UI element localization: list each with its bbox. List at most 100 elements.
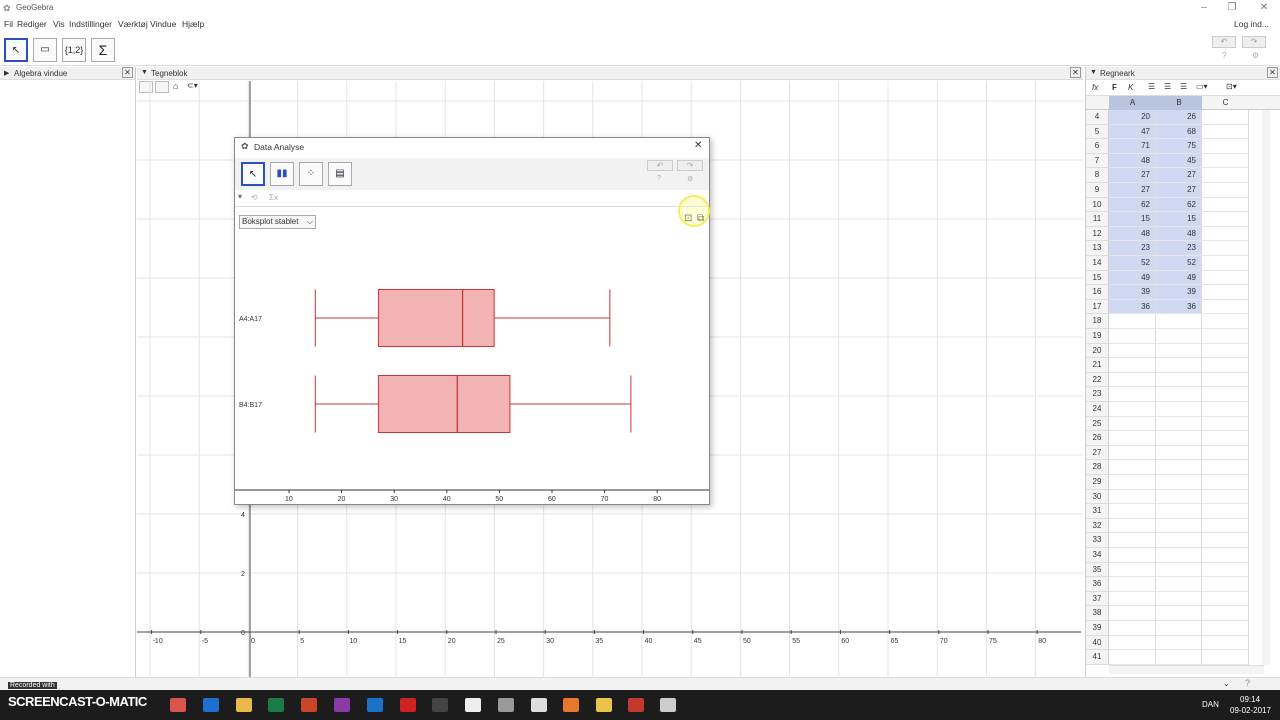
- cell-a[interactable]: [1109, 650, 1156, 665]
- cell-b[interactable]: 23: [1156, 241, 1202, 256]
- dialog-redo-button[interactable]: ↷: [677, 160, 703, 171]
- cell-c[interactable]: [1202, 197, 1249, 213]
- cell-c[interactable]: [1202, 110, 1249, 125]
- cell-b[interactable]: 48: [1156, 226, 1202, 242]
- cell-a[interactable]: 20: [1109, 110, 1156, 125]
- cell-b[interactable]: [1156, 372, 1202, 388]
- cell-b[interactable]: [1156, 489, 1202, 505]
- language-indicator[interactable]: DAN: [1202, 700, 1219, 709]
- app-icon[interactable]: [531, 698, 547, 712]
- cell-c[interactable]: [1202, 460, 1249, 475]
- cell-b[interactable]: [1156, 387, 1202, 402]
- column-header-a[interactable]: A: [1109, 96, 1156, 110]
- sum-tool-button[interactable]: Σ: [91, 38, 115, 62]
- dialog-undo-button[interactable]: ↶: [647, 160, 673, 171]
- cell-b[interactable]: [1156, 518, 1202, 534]
- cell-a[interactable]: [1109, 416, 1156, 432]
- row-number[interactable]: 41: [1086, 650, 1109, 665]
- cell-c[interactable]: [1202, 168, 1249, 183]
- cell-a[interactable]: [1109, 314, 1156, 329]
- cell-c[interactable]: [1202, 285, 1249, 300]
- row-number[interactable]: 8: [1086, 168, 1109, 183]
- cell-a[interactable]: [1109, 562, 1156, 578]
- cell-c[interactable]: [1202, 387, 1249, 402]
- cell-c[interactable]: [1202, 416, 1249, 432]
- row-number[interactable]: 6: [1086, 139, 1109, 154]
- cell-b[interactable]: 36: [1156, 299, 1202, 315]
- powerpoint-icon[interactable]: [301, 698, 317, 712]
- row-number[interactable]: 16: [1086, 285, 1109, 300]
- gear-icon[interactable]: ⚙: [687, 175, 693, 183]
- cell-a[interactable]: 23: [1109, 241, 1156, 256]
- cell-c[interactable]: [1202, 621, 1249, 636]
- row-number[interactable]: 29: [1086, 475, 1109, 490]
- cell-c[interactable]: [1202, 431, 1249, 446]
- row-number[interactable]: 4: [1086, 110, 1109, 125]
- geogebra-icon[interactable]: [660, 698, 676, 712]
- cell-c[interactable]: [1202, 591, 1249, 607]
- cell-b[interactable]: [1156, 314, 1202, 329]
- row-number[interactable]: 36: [1086, 577, 1109, 592]
- cell-a[interactable]: [1109, 431, 1156, 446]
- cell-a[interactable]: 48: [1109, 226, 1156, 242]
- list-tool-button[interactable]: {1,2}: [62, 38, 86, 62]
- collapse-icon[interactable]: ▾: [238, 192, 242, 201]
- app-icon[interactable]: [432, 698, 448, 712]
- cell-b[interactable]: [1156, 416, 1202, 432]
- menu-window[interactable]: Vindue: [150, 19, 176, 29]
- cell-b[interactable]: [1156, 358, 1202, 373]
- row-number[interactable]: 24: [1086, 402, 1109, 417]
- cell-c[interactable]: [1202, 270, 1249, 286]
- cell-a[interactable]: [1109, 591, 1156, 607]
- row-number[interactable]: 27: [1086, 445, 1109, 461]
- row-number[interactable]: 31: [1086, 504, 1109, 519]
- row-number[interactable]: 21: [1086, 358, 1109, 373]
- cell-c[interactable]: [1202, 343, 1249, 359]
- cell-b[interactable]: [1156, 533, 1202, 548]
- cell-b[interactable]: 15: [1156, 212, 1202, 227]
- cell-b[interactable]: [1156, 329, 1202, 344]
- clock-date[interactable]: 09-02-2017: [1230, 706, 1271, 715]
- cell-b[interactable]: 62: [1156, 197, 1202, 213]
- cell-c[interactable]: [1202, 548, 1249, 563]
- bold-icon[interactable]: F: [1112, 83, 1117, 92]
- menu-file[interactable]: Fil: [4, 19, 13, 29]
- cell-b[interactable]: [1156, 504, 1202, 519]
- row-number[interactable]: 39: [1086, 621, 1109, 636]
- row-number[interactable]: 30: [1086, 489, 1109, 505]
- cell-b[interactable]: [1156, 402, 1202, 417]
- row-number[interactable]: 23: [1086, 387, 1109, 402]
- color-icon[interactable]: ▭▾: [1196, 82, 1208, 91]
- cell-c[interactable]: [1202, 606, 1249, 621]
- menu-settings[interactable]: Indstillinger: [69, 19, 112, 29]
- cell-b[interactable]: [1156, 635, 1202, 651]
- cell-a[interactable]: 62: [1109, 197, 1156, 213]
- menu-tools[interactable]: Værktøj: [118, 19, 148, 29]
- row-number[interactable]: 11: [1086, 212, 1109, 227]
- cell-b[interactable]: 68: [1156, 124, 1202, 140]
- collapse-icon[interactable]: ▼: [1090, 69, 1097, 76]
- menu-edit[interactable]: Rediger: [17, 19, 47, 29]
- cell-a[interactable]: 15: [1109, 212, 1156, 227]
- cell-b[interactable]: 75: [1156, 139, 1202, 154]
- menu-view[interactable]: Vis: [53, 19, 65, 29]
- pdf-icon[interactable]: [628, 698, 644, 712]
- align-center-icon[interactable]: ☰: [1164, 82, 1171, 91]
- cell-a[interactable]: 47: [1109, 124, 1156, 140]
- cell-b[interactable]: 39: [1156, 285, 1202, 300]
- cell-a[interactable]: [1109, 533, 1156, 548]
- cell-c[interactable]: [1202, 183, 1249, 198]
- cell-c[interactable]: [1202, 650, 1249, 665]
- column-header-c[interactable]: C: [1202, 96, 1249, 110]
- cell-a[interactable]: 39: [1109, 285, 1156, 300]
- cell-c[interactable]: [1202, 226, 1249, 242]
- cell-b[interactable]: [1156, 577, 1202, 592]
- swap-icon[interactable]: ⟲: [251, 193, 258, 202]
- row-number[interactable]: 34: [1086, 548, 1109, 563]
- row-number[interactable]: 14: [1086, 256, 1109, 271]
- clock-time[interactable]: 09:14: [1240, 695, 1260, 704]
- italic-icon[interactable]: K: [1128, 83, 1133, 92]
- cell-c[interactable]: [1202, 153, 1249, 169]
- row-number[interactable]: 19: [1086, 329, 1109, 344]
- spreadsheet-tool-button[interactable]: ▭: [33, 38, 57, 62]
